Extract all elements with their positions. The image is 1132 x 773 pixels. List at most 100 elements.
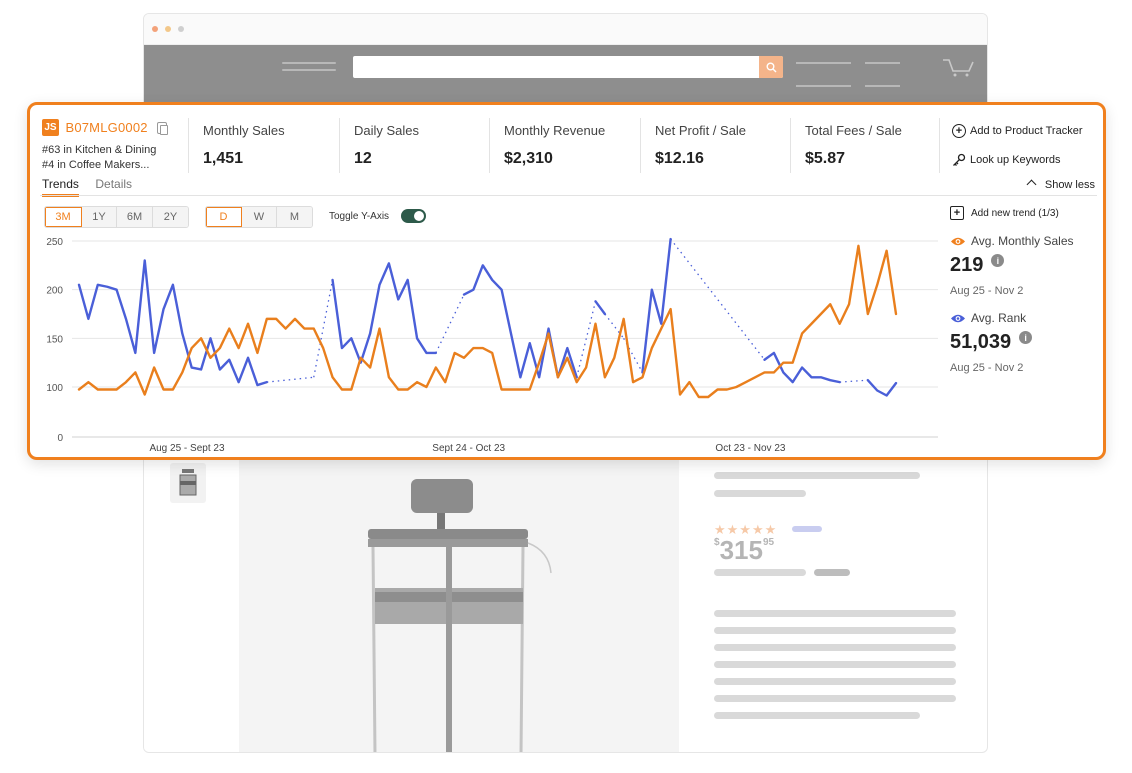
toggle-y-axis-label: Toggle Y-Axis [329,211,390,222]
y-tick-label: 100 [46,383,63,394]
range-2y-button[interactable]: 2Y [153,207,188,227]
metric-daily-sales: Daily Sales 12 [339,118,489,173]
series-gap-0 [435,294,465,354]
series-line-0 [866,378,898,397]
maximize-dot-icon [178,26,184,32]
series-line-0 [763,351,841,384]
asin-link[interactable]: B07MLG0002 [65,120,147,135]
reviews-link[interactable] [792,526,822,532]
metric-monthly-sales: Monthly Sales 1,451 [188,118,338,173]
description-line [714,678,956,685]
eye-icon[interactable] [950,313,966,324]
stat-label: Avg. Monthly Sales [971,234,1074,248]
metric-value: $12.16 [655,150,704,167]
metric-value: $5.87 [805,150,846,167]
category-rank: #4 in Coffee Makers... [42,159,150,171]
minimize-dot-icon [165,26,171,32]
plus-circle-icon: + [952,124,966,138]
metric-net-profit: Net Profit / Sale $12.16 [640,118,790,173]
interval-weekly-button[interactable]: W [242,207,277,227]
x-tick-label: Sept 24 - Oct 23 [432,443,505,454]
stat-avg-monthly-sales: Avg. Monthly Sales 219 i Aug 25 - Nov 2 [950,234,1100,297]
show-less-button[interactable]: Show less [1026,179,1095,191]
add-new-trend-button[interactable]: + Add new trend (1/3) [950,206,1100,220]
description-line [714,695,956,702]
interval-daily-button[interactable]: D [206,207,242,227]
description-line [714,712,920,719]
add-to-tracker-button[interactable]: + Add to Product Tracker [952,122,1083,140]
metric-value: 1,451 [203,150,244,167]
add-to-tracker-label: Add to Product Tracker [970,125,1083,137]
tab-details[interactable]: Details [95,177,132,194]
product-thumbnail[interactable] [170,463,206,503]
y-tick-label: 150 [46,334,63,345]
js-logo: JS [42,119,59,137]
product-actions: + Add to Product Tracker Look up Keyword… [939,118,1083,173]
close-dot-icon [152,26,158,32]
eye-icon[interactable] [950,236,966,247]
browser-titlebar [144,14,987,45]
placeholder-line [814,569,850,576]
lookup-keywords-label: Look up Keywords [970,154,1061,166]
x-tick-label: Aug 25 - Sept 23 [149,443,224,454]
series-gap-0 [670,238,766,361]
description-line [714,661,956,668]
show-less-label: Show less [1044,179,1095,191]
product-identity: JS B07MLG0002 #63 in Kitchen & Dining #4… [42,119,192,173]
y-tick-label: 200 [46,286,63,297]
trend-stats: + Add new trend (1/3) Avg. Monthly Sales… [950,206,1100,374]
series-line-0 [462,264,578,379]
product-trends-panel: JS B07MLG0002 #63 in Kitchen & Dining #4… [27,102,1106,460]
series-gap-0 [313,279,334,378]
range-3m-button[interactable]: 3M [45,207,82,227]
info-icon[interactable]: i [991,254,1005,267]
store-navbar [144,45,987,103]
metric-label: Daily Sales [354,123,420,138]
search-icon[interactable] [759,56,783,78]
title-placeholder-line [714,490,806,497]
interval-monthly-button[interactable]: M [277,207,312,227]
menu-icon [282,62,336,76]
series-line-0 [641,237,672,374]
key-icon [953,153,966,166]
range-1y-button[interactable]: 1Y [82,207,117,227]
tabs-divider [40,195,1097,196]
description-line [714,627,956,634]
stat-label: Avg. Rank [971,311,1027,325]
price-main: 315 [719,535,763,565]
price-cents: 95 [762,537,775,548]
store-search-input[interactable] [353,56,783,78]
y-tick-label: 0 [57,433,63,444]
category-rank: #63 in Kitchen & Dining [42,144,157,156]
series-gap-0 [839,379,868,383]
toggle-y-axis-switch[interactable] [401,209,426,223]
metric-monthly-revenue: Monthly Revenue $2,310 [489,118,639,173]
tab-trends[interactable]: Trends [42,177,79,197]
nav-links [796,62,914,103]
range-6m-button[interactable]: 6M [117,207,153,227]
panel-tabs: Trends Details [42,175,144,197]
lookup-keywords-button[interactable]: Look up Keywords [952,151,1083,169]
series-line-0 [594,300,607,316]
stat-date-range: Aug 25 - Nov 2 [950,285,1024,297]
cart-icon[interactable] [941,57,977,77]
info-icon[interactable]: i [1019,331,1033,344]
metric-label: Monthly Sales [203,123,285,138]
metric-label: Total Fees / Sale [805,123,902,138]
trend-chart: 0 100 150 200 250 Aug 25 - Sept 23 Sept 24 - O… [46,237,938,454]
series-line-1 [77,244,898,399]
product-price: $31595 [714,535,774,566]
placeholder-line [714,569,806,576]
series-line-0 [77,259,269,387]
plus-square-icon: + [950,206,964,220]
y-tick-label: 250 [46,237,63,248]
metric-value: 12 [354,150,372,167]
stat-date-range: Aug 25 - Nov 2 [950,362,1024,374]
metric-label: Monthly Revenue [504,123,606,138]
stat-value: 51,039 [950,331,1012,353]
description-line [714,644,956,651]
chevron-up-icon [1026,179,1037,190]
metric-value: $2,310 [504,150,553,167]
metric-label: Net Profit / Sale [655,123,747,138]
copy-icon[interactable] [157,121,169,135]
